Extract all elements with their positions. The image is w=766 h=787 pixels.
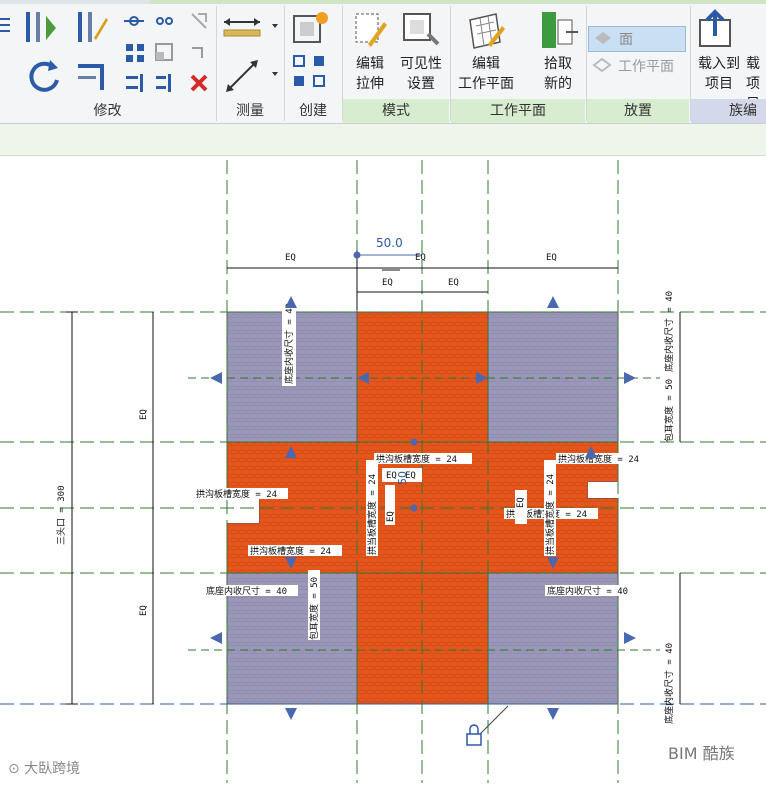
panel-measure-label: 测量 bbox=[236, 103, 264, 119]
workplane-place-button[interactable]: 工作平面 bbox=[588, 54, 684, 78]
array-icon[interactable] bbox=[124, 42, 146, 64]
load-into-project-close-label-1[interactable]: 载 bbox=[746, 54, 766, 74]
left-total-dim: 三头口 = 300 bbox=[56, 485, 67, 545]
load-into-project-label-1: 载入到 bbox=[698, 56, 740, 72]
load-into-project-icon[interactable] bbox=[696, 8, 736, 50]
svg-text:EQ: EQ bbox=[516, 497, 526, 508]
scale-icon[interactable] bbox=[154, 42, 176, 64]
svg-text:拱沟板槽宽度 = 24: 拱沟板槽宽度 = 24 bbox=[196, 488, 277, 500]
panel-family-editor-label: 族编辑 bbox=[691, 99, 766, 143]
watermark-left: ⊙ 大臥跨境 bbox=[8, 761, 81, 777]
dim-eq-1: EQ bbox=[285, 253, 296, 263]
trim-icon[interactable] bbox=[72, 56, 112, 96]
split-gap-icon[interactable] bbox=[154, 72, 176, 94]
ribbon: 修改 测量 创建 编辑 拉伸 可见性 设置 模式 编辑 工作平面 拾取 新的 工… bbox=[0, 0, 766, 143]
face-button[interactable]: 面 bbox=[588, 26, 686, 52]
svg-text:底座内收尺寸 = 40: 底座内收尺寸 = 40 bbox=[206, 585, 287, 597]
pin-icon[interactable] bbox=[188, 10, 210, 32]
create-component-icon[interactable] bbox=[290, 8, 332, 48]
svg-text:50: 50 bbox=[396, 471, 409, 485]
left-eq-lower: EQ bbox=[139, 605, 149, 616]
visibility-settings-label-1: 可见性 bbox=[400, 56, 442, 72]
svg-text:拱沟板槽宽度 = 24: 拱沟板槽宽度 = 24 bbox=[376, 453, 457, 465]
watermark-right: BIM 酷族 bbox=[668, 744, 735, 763]
copy-icon[interactable] bbox=[152, 12, 176, 30]
top-dim-value[interactable]: 50.0 bbox=[376, 236, 403, 250]
unpin-icon[interactable] bbox=[188, 42, 210, 64]
offset-icon[interactable] bbox=[22, 8, 60, 46]
svg-text:EQ: EQ bbox=[386, 511, 396, 522]
svg-text:底座内收尺寸 = 40: 底座内收尺寸 = 40 bbox=[283, 303, 295, 384]
right-ear-width: 包耳宽度 = 50 bbox=[663, 379, 675, 442]
workplane-place-label: 工作平面 bbox=[618, 59, 674, 75]
model-group-icon[interactable] bbox=[290, 52, 332, 92]
delete-icon[interactable] bbox=[188, 72, 210, 94]
svg-text:拱沟板槽宽度 = 24: 拱沟板槽宽度 = 24 bbox=[250, 545, 331, 557]
split-icon[interactable] bbox=[124, 72, 146, 94]
aligned-dimension-icon[interactable] bbox=[222, 56, 282, 96]
pick-new-icon[interactable] bbox=[538, 8, 580, 52]
workplane-place-icon bbox=[592, 57, 612, 73]
left-eq-upper: EQ bbox=[139, 409, 149, 420]
edit-workplane-icon[interactable] bbox=[466, 10, 506, 52]
dim-eq-4: EQ bbox=[382, 278, 393, 288]
panel-place-label: 放置 bbox=[587, 99, 689, 123]
edit-workplane-label-2: 工作平面 bbox=[458, 76, 514, 92]
drawing-canvas[interactable]: 50.0 EQ EQ EQ EQ EQ 三头口 = 300 EQ EQ 底座内收… bbox=[0, 156, 766, 783]
edit-extrusion-icon[interactable] bbox=[352, 8, 388, 52]
edit-extrusion-label-1: 编辑 bbox=[356, 56, 384, 72]
svg-text:拱当板槽宽度 = 24: 拱当板槽宽度 = 24 bbox=[366, 474, 378, 555]
align-icon[interactable] bbox=[0, 10, 14, 40]
svg-text:包耳宽度 = 50: 包耳宽度 = 50 bbox=[308, 577, 320, 640]
svg-text:底座内收尺寸 = 40: 底座内收尺寸 = 40 bbox=[547, 585, 628, 597]
pick-new-label-1: 拾取 bbox=[544, 56, 572, 72]
rotate-icon[interactable] bbox=[24, 56, 64, 96]
drawing-svg[interactable]: 50.0 EQ EQ EQ EQ EQ 三头口 = 300 EQ EQ 底座内收… bbox=[0, 156, 766, 783]
visibility-settings-label-2: 设置 bbox=[407, 76, 435, 92]
measure-distance-icon[interactable] bbox=[222, 14, 282, 40]
visibility-settings-icon[interactable] bbox=[400, 8, 442, 52]
dim-eq-5: EQ bbox=[448, 278, 459, 288]
mirror-axis-icon[interactable] bbox=[72, 8, 110, 46]
edit-extrusion-label-2: 拉伸 bbox=[356, 76, 384, 92]
face-label: 面 bbox=[619, 32, 633, 48]
corner-block-tr[interactable] bbox=[487, 311, 619, 443]
pick-new-label-2: 新的 bbox=[544, 76, 572, 92]
svg-text:拱沟板槽宽度 = 24: 拱沟板槽宽度 = 24 bbox=[558, 453, 639, 465]
panel-workplane-label: 工作平面 bbox=[451, 99, 585, 123]
panel-create-label: 创建 bbox=[299, 103, 327, 119]
dim-grip[interactable] bbox=[353, 251, 361, 259]
panel-modify-label: 修改 bbox=[93, 103, 122, 119]
dim-eq-2: EQ bbox=[415, 253, 426, 263]
edit-workplane-label-1: 编辑 bbox=[472, 56, 500, 72]
move-icon[interactable] bbox=[122, 12, 146, 30]
svg-text:拱当板槽宽度 = 24: 拱当板槽宽度 = 24 bbox=[544, 474, 556, 555]
context-tab-strip bbox=[150, 0, 766, 4]
dim-eq-3: EQ bbox=[546, 253, 557, 263]
panel-mode-label: 模式 bbox=[343, 99, 449, 123]
right-base-inner-top: 底座内收尺寸 = 40 bbox=[663, 291, 675, 372]
right-base-inner-bottom: 底座内收尺寸 = 40 bbox=[663, 643, 675, 724]
load-into-project-label-2: 项目 bbox=[705, 76, 733, 92]
options-bar bbox=[0, 124, 766, 156]
face-icon bbox=[595, 32, 611, 44]
